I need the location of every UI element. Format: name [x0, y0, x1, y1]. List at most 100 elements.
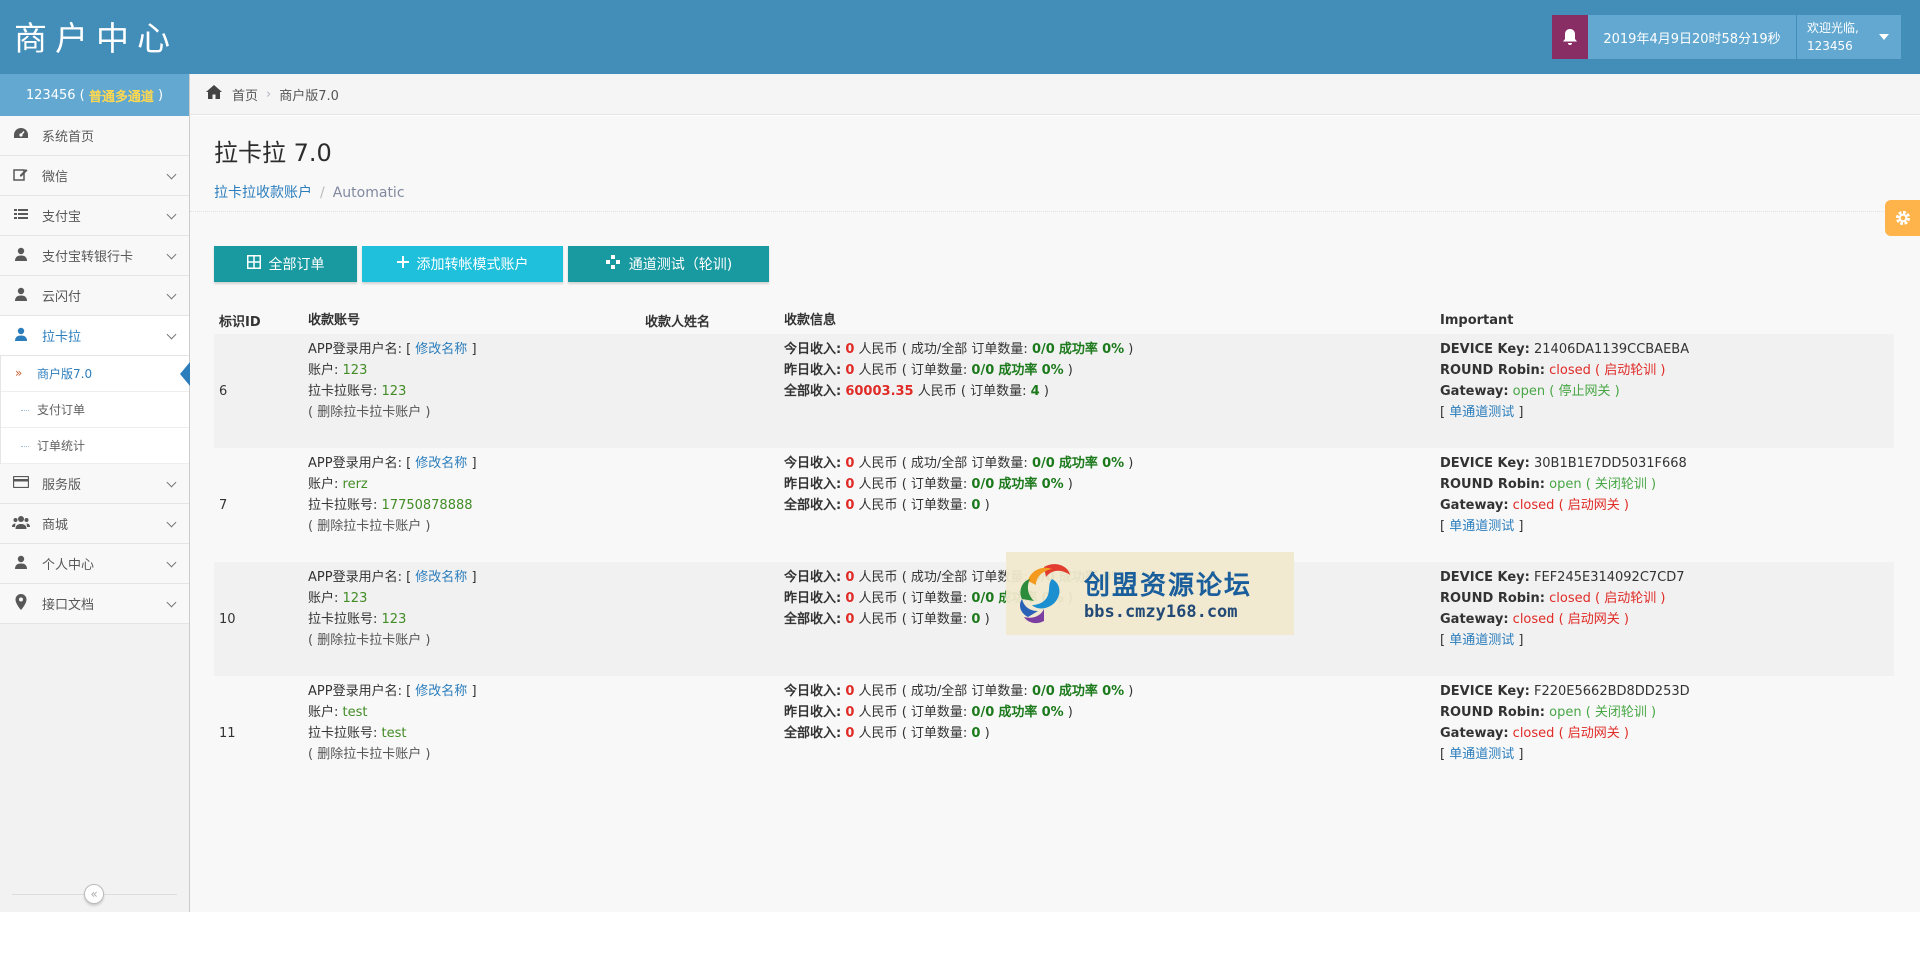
channel-test-button[interactable]: 通道测试（轮训): [568, 246, 769, 282]
app-user-label: APP登录用户名: [: [308, 684, 412, 699]
round-robin-line: ROUND Robin: closed ( 启动轮训 ): [1440, 588, 1894, 609]
cell-id: 10: [219, 611, 236, 627]
gateway-label: Gateway:: [1440, 612, 1509, 627]
sidebar-subitem-order-stats[interactable]: 订单统计: [1, 428, 189, 464]
user-menu-toggle[interactable]: 欢迎光临, 123456: [1797, 15, 1901, 59]
users-icon: [12, 515, 30, 533]
round-robin-toggle[interactable]: ( 关闭轮训 ): [1586, 705, 1656, 720]
delete-account-link[interactable]: ( 删除拉卡拉卡账户 ): [308, 630, 645, 651]
device-key-value: 30B1B1E7DD5031F668: [1534, 456, 1687, 471]
round-robin-toggle[interactable]: ( 启动轮训 ): [1595, 591, 1665, 606]
single-channel-test-link[interactable]: 单通道测试: [1449, 633, 1514, 648]
add-account-button[interactable]: 添加转帐模式账户: [362, 246, 563, 282]
lkl-account-value: 123: [381, 384, 407, 399]
single-channel-test-link[interactable]: 单通道测试: [1449, 405, 1514, 420]
breadcrumb-home-link[interactable]: 首页: [232, 85, 258, 104]
sidebar-item-profile[interactable]: 个人中心: [0, 544, 189, 584]
yesterday-income: 0: [845, 591, 855, 606]
yesterday-orders: 0/0: [971, 477, 995, 492]
close-paren: ): [984, 726, 990, 741]
sidebar-item-api-docs[interactable]: 接口文档: [0, 584, 189, 624]
delete-account-link[interactable]: ( 删除拉卡拉卡账户 ): [308, 402, 645, 423]
rate-label: 成功率: [998, 477, 1038, 492]
sidebar-item-unionpay[interactable]: 云闪付: [0, 276, 189, 316]
rename-link[interactable]: 修改名称: [415, 684, 467, 699]
sidebar-item-label: 支付宝转银行卡: [42, 250, 134, 265]
today-orders: 0/0: [1031, 342, 1055, 357]
page-header: 拉卡拉 7.0 拉卡拉收款账户 / Automatic: [190, 116, 1920, 212]
today-rate: 0%: [1102, 456, 1125, 471]
total-income: 0: [845, 726, 855, 741]
yesterday-income: 0: [845, 363, 855, 378]
sidebar-item-dashboard[interactable]: 系统首页: [0, 116, 189, 156]
gateway-label: Gateway:: [1440, 498, 1509, 513]
rmb-label: 人民币: [917, 384, 957, 399]
datetime-display: 2019年4月9日20时58分19秒: [1588, 15, 1796, 59]
header-name: 收款人姓名: [645, 314, 711, 330]
gateway-toggle[interactable]: ( 启动网关 ): [1559, 498, 1629, 513]
yesterday-orders-label: ( 订单数量:: [901, 705, 968, 720]
watermark-cn: 创盟资源论坛: [1084, 571, 1253, 601]
sidebar-item-alipay[interactable]: 支付宝: [0, 196, 189, 236]
watermark-text: 创盟资源论坛 bbs.cmzy168.com: [1084, 565, 1252, 622]
chevron-down-icon: [166, 289, 177, 300]
map-marker-icon: [12, 593, 30, 614]
gateway-toggle[interactable]: ( 启动网关 ): [1559, 726, 1629, 741]
app-user-label: APP登录用户名: [: [308, 342, 412, 357]
today-label: 今日收入:: [784, 342, 842, 357]
total-orders: 0: [971, 612, 981, 627]
device-key-line: DEVICE Key: FEF245E314092C7CD7: [1440, 567, 1894, 588]
lakala-accounts-link[interactable]: 拉卡拉收款账户: [214, 185, 312, 201]
yesterday-label: 昨日收入:: [784, 591, 842, 606]
single-channel-test-link[interactable]: 单通道测试: [1449, 747, 1514, 762]
gateway-state: open: [1512, 384, 1546, 399]
sidebar-collapse-button[interactable]: «: [84, 884, 104, 904]
action-buttons: 全部订单 添加转帐模式账户 通道测试（轮训): [214, 246, 769, 282]
subcrumb-current: Automatic: [332, 185, 405, 201]
single-channel-test-link[interactable]: 单通道测试: [1449, 519, 1514, 534]
gateway-toggle[interactable]: ( 启动网关 ): [1559, 612, 1629, 627]
header-id: 标识ID: [219, 314, 261, 330]
sidebar-item-lakala[interactable]: 拉卡拉: [0, 316, 189, 356]
total-orders-label: ( 订单数量:: [901, 612, 968, 627]
round-robin-toggle[interactable]: ( 关闭轮训 ): [1586, 477, 1656, 492]
rename-link[interactable]: 修改名称: [415, 342, 467, 357]
sidebar-subitem-merchant-7[interactable]: 商户版7.0: [1, 356, 190, 392]
round-robin-toggle[interactable]: ( 启动轮训 ): [1595, 363, 1665, 378]
cell-name: [645, 334, 784, 448]
sidebar-item-mall[interactable]: 商城: [0, 504, 189, 544]
accounts-table: 标识ID 收款账号 收款人姓名 收款信息 Important 6 APP登录用户…: [214, 306, 1894, 790]
round-robin-label: ROUND Robin:: [1440, 705, 1545, 720]
delete-account-link[interactable]: ( 删除拉卡拉卡账户 ): [308, 516, 645, 537]
notifications-button[interactable]: [1552, 15, 1588, 59]
sidebar: 123456 ( 普通多通道 ) 系统首页 微信 支付宝 支付宝转银行卡 云闪付: [0, 74, 190, 912]
device-key-value: FEF245E314092C7CD7: [1534, 570, 1685, 585]
sidebar-user-close: ): [158, 87, 164, 103]
sidebar-item-label: 云闪付: [42, 290, 82, 305]
dashboard-icon: [12, 127, 30, 145]
rmb-label: 人民币: [858, 705, 898, 720]
delete-account-link[interactable]: ( 删除拉卡拉卡账户 ): [308, 744, 645, 765]
sidebar-subitem-payment-orders[interactable]: 支付订单: [1, 392, 189, 428]
bracket-close: ]: [471, 456, 477, 471]
brand-title[interactable]: 商户中心: [14, 12, 178, 60]
rename-link[interactable]: 修改名称: [415, 570, 467, 585]
breadcrumb-current: 商户版7.0: [279, 88, 339, 104]
home-icon[interactable]: [206, 85, 222, 103]
app-user-line: APP登录用户名: [ 修改名称 ]: [308, 453, 645, 474]
total-income-line: 全部收入: 0 人民币 ( 订单数量: 0 ): [784, 495, 1440, 516]
settings-toggle-button[interactable]: [1885, 200, 1920, 236]
sidebar-item-service[interactable]: 服务版: [0, 464, 189, 504]
lkl-account-line: 拉卡拉账号: 123: [308, 609, 645, 630]
all-orders-button[interactable]: 全部订单: [214, 246, 357, 282]
rename-link[interactable]: 修改名称: [415, 456, 467, 471]
round-robin-state: open: [1549, 705, 1582, 720]
gamepad-icon: [605, 255, 621, 273]
sidebar-item-wechat[interactable]: 微信: [0, 156, 189, 196]
device-key-label: DEVICE Key:: [1440, 456, 1530, 471]
gateway-toggle[interactable]: ( 停止网关 ): [1549, 384, 1619, 399]
app-user-line: APP登录用户名: [ 修改名称 ]: [308, 681, 645, 702]
add-account-label: 添加转帐模式账户: [416, 257, 529, 273]
sidebar-item-alipay-to-bank[interactable]: 支付宝转银行卡: [0, 236, 189, 276]
device-key-label: DEVICE Key:: [1440, 684, 1530, 699]
